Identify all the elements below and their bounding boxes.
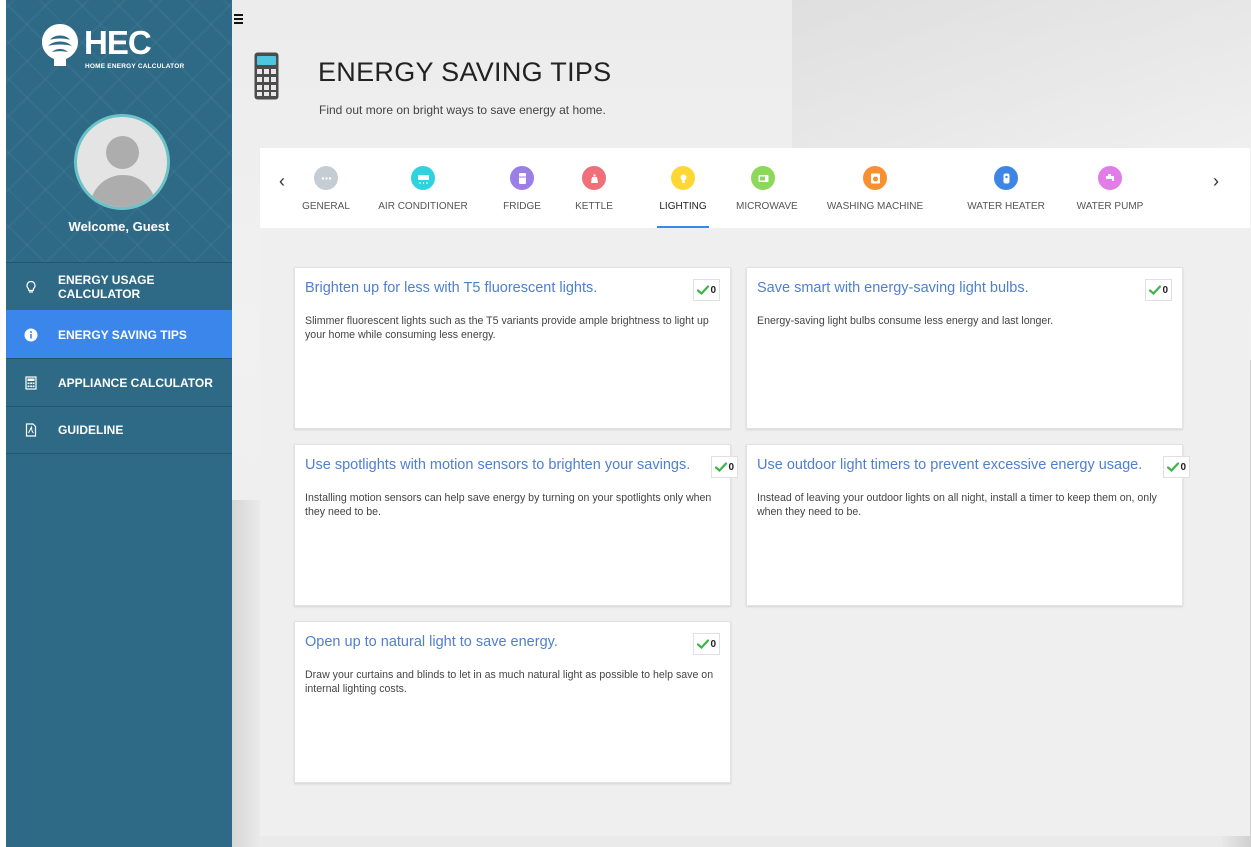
tab-label: KETTLE [575, 201, 613, 212]
avatar-head [106, 136, 139, 169]
active-tab-indicator [657, 226, 709, 228]
tab-water-pump[interactable]: WATER PUMP [1074, 166, 1146, 228]
tab-label: MICROWAVE [736, 201, 798, 212]
tab-lighting[interactable]: LIGHTING [657, 166, 709, 228]
tip-body: Energy-saving light bulbs consume less e… [757, 315, 1054, 327]
sidebar-item-energy-usage-calculator[interactable]: ENERGY USAGE CALCULATOR [6, 262, 232, 310]
page-subtitle: Find out more on bright ways to save ene… [319, 103, 606, 117]
tip-card: Use spotlights with motion sensors to br… [294, 444, 738, 606]
main-area: ENERGY SAVING TIPS Find out more on brig… [232, 0, 1251, 847]
tab-label: WATER PUMP [1076, 201, 1144, 212]
tips-panel: ‹ GENERAL AIR CONDITIONER FRIDGE KETTLE … [260, 148, 1250, 836]
sidebar-item-label: ENERGY SAVING TIPS [58, 327, 187, 342]
tab-label: WATER HEATER [967, 201, 1045, 212]
upvote-button[interactable]: 0 [693, 633, 720, 655]
water-pump-icon [1098, 166, 1122, 190]
sidebar-nav: ENERGY USAGE CALCULATOR ENERGY SAVING TI… [6, 262, 232, 454]
upvote-button[interactable]: 0 [711, 456, 738, 478]
tab-washing-machine[interactable]: WASHING MACHINE [818, 166, 932, 228]
air-conditioner-icon [411, 166, 435, 190]
info-icon [24, 328, 38, 342]
category-tabs: ‹ GENERAL AIR CONDITIONER FRIDGE KETTLE … [260, 148, 1250, 228]
tab-label: AIR CONDITIONER [378, 201, 468, 212]
calculator-icon [254, 52, 279, 100]
tab-label: GENERAL [302, 201, 350, 212]
tip-title: Use spotlights with motion sensors to br… [305, 457, 691, 473]
menu-toggle-icon[interactable] [234, 14, 243, 26]
logo-subtitle: HOME ENERGY CALCULATOR [85, 63, 185, 70]
welcome-text: Welcome, Guest [68, 219, 170, 234]
vote-count: 0 [710, 638, 716, 650]
tab-label: FRIDGE [503, 201, 541, 212]
chevron-left-icon[interactable]: ‹ [274, 170, 290, 192]
background-shape [232, 500, 262, 847]
tab-general[interactable]: GENERAL [298, 166, 354, 228]
sidebar-item-label: APPLIANCE CALCULATOR [58, 375, 213, 390]
microwave-icon [751, 166, 775, 190]
avatar [74, 114, 170, 210]
tip-body: Draw your curtains and blinds to let in … [305, 669, 714, 695]
checkmark-icon [715, 462, 728, 472]
logo-mark-icon [42, 24, 78, 66]
tab-label: LIGHTING [659, 201, 707, 212]
sidebar-item-appliance-calculator[interactable]: APPLIANCE CALCULATOR [6, 358, 232, 406]
upvote-button[interactable]: 0 [693, 279, 720, 301]
lightbulb-icon [671, 166, 695, 190]
tip-title: Brighten up for less with T5 fluorescent… [305, 280, 598, 296]
page-title: ENERGY SAVING TIPS [318, 57, 612, 87]
more-icon [314, 166, 338, 190]
vote-count: 0 [710, 284, 716, 296]
washing-machine-icon [863, 166, 887, 190]
logo-title: HEC [84, 24, 152, 61]
tip-title: Save smart with energy-saving light bulb… [757, 280, 1029, 296]
tip-card: Brighten up for less with T5 fluorescent… [294, 267, 731, 429]
upvote-button[interactable]: 0 [1163, 456, 1190, 478]
tab-water-heater[interactable]: WATER HEATER [967, 166, 1045, 228]
tip-card: Open up to natural light to save energy.… [294, 621, 731, 783]
tip-body: Slimmer fluorescent lights such as the T… [305, 315, 709, 341]
calculator-icon [24, 375, 38, 390]
sidebar-item-energy-saving-tips[interactable]: ENERGY SAVING TIPS [6, 310, 232, 358]
tip-title: Open up to natural light to save energy. [305, 634, 558, 650]
fridge-icon [510, 166, 534, 190]
lightbulb-icon [24, 280, 38, 294]
vote-count: 0 [728, 461, 734, 473]
tab-kettle[interactable]: KETTLE [574, 166, 614, 228]
checkmark-icon [1167, 462, 1180, 472]
chevron-right-icon[interactable]: › [1208, 170, 1224, 192]
tab-air-conditioner[interactable]: AIR CONDITIONER [370, 166, 476, 228]
tip-body: Installing motion sensors can help save … [305, 492, 712, 518]
tab-label: WASHING MACHINE [826, 201, 924, 212]
tab-fridge[interactable]: FRIDGE [502, 166, 542, 228]
tip-body: Instead of leaving your outdoor lights o… [757, 492, 1157, 518]
checkmark-icon [697, 285, 710, 295]
logo[interactable]: HEC HOME ENERGY CALCULATOR [40, 20, 220, 80]
tip-title: Use outdoor light timers to prevent exce… [757, 457, 1143, 473]
sidebar-item-label: ENERGY USAGE CALCULATOR [58, 272, 155, 301]
tip-card: Save smart with energy-saving light bulb… [746, 267, 1183, 429]
tab-microwave[interactable]: MICROWAVE [736, 166, 798, 228]
sidebar-item-guideline[interactable]: GUIDELINE [6, 406, 232, 454]
tip-card: Use outdoor light timers to prevent exce… [746, 444, 1190, 606]
avatar-body [90, 175, 156, 207]
upvote-button[interactable]: 0 [1145, 279, 1172, 301]
sidebar-item-label: GUIDELINE [58, 423, 124, 437]
water-heater-icon [994, 166, 1018, 190]
checkmark-icon [697, 639, 710, 649]
sidebar: HEC HOME ENERGY CALCULATOR Welcome, Gues… [6, 0, 232, 847]
vote-count: 0 [1162, 284, 1168, 296]
vote-count: 0 [1180, 461, 1186, 473]
kettle-icon [582, 166, 606, 190]
checkmark-icon [1149, 285, 1162, 295]
document-icon [24, 423, 38, 437]
